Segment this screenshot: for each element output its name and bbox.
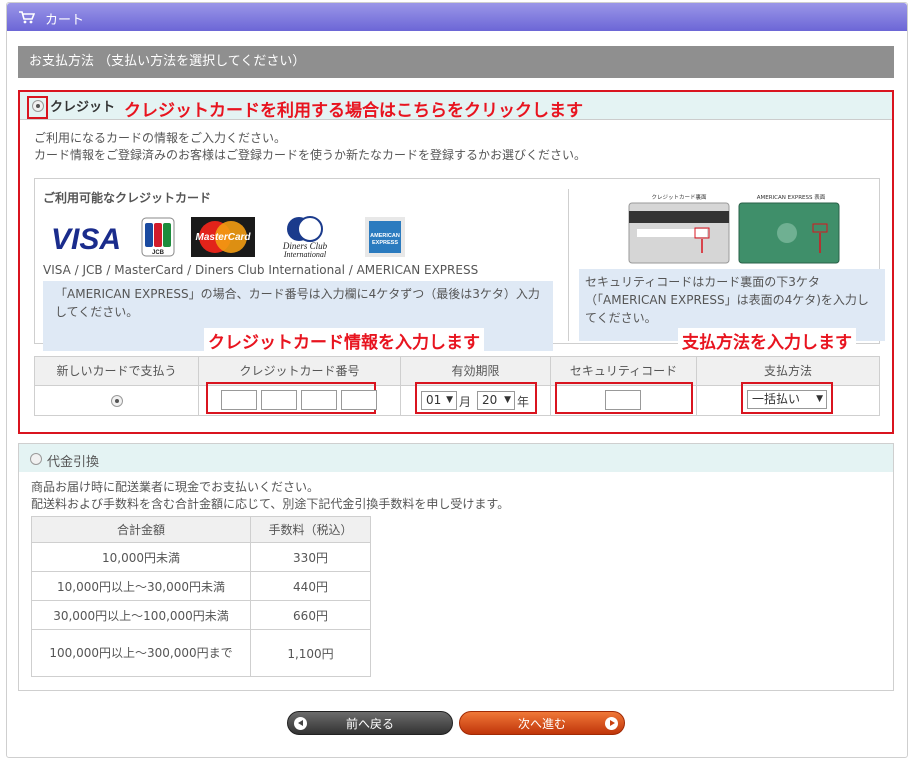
cod-title-bar: 代金引換 (19, 444, 893, 472)
credit-form-table: 新しいカードで支払う クレジットカード番号 有効期限 セキュリティコード 支払方… (34, 356, 880, 416)
security-code-info: クレジットカード裏面 AMERICAN EXPRESS 表面 セキュリティコード… (579, 189, 885, 341)
row-fee: 660円 (250, 600, 371, 630)
back-button-label: 前へ戻る (345, 717, 394, 731)
radio-highlight-frame (27, 96, 48, 119)
svg-text:MasterCard: MasterCard (195, 232, 251, 243)
table-row: 100,000円以上～300,000円まで 1,100円 (31, 629, 371, 677)
cod-desc-line-2: 配送料および手数料を含む合計金額に応じて、別途下記代金引換手数料を申し受けます。 (31, 497, 510, 511)
month-unit: 月 (459, 395, 472, 409)
cart-title: カート (45, 13, 85, 28)
back-button[interactable]: 前へ戻る (287, 711, 453, 735)
cod-description: 商品お届け時に配送業者に現金でお支払いください。 配送料および手数料を含む合計金… (31, 479, 509, 513)
expiry-cell: 01 ▼ 月 20 ▼ 年 (401, 382, 551, 416)
row-fee: 440円 (250, 571, 371, 601)
table-header-row: 合計金額 手数料（税込） (31, 516, 371, 543)
mastercard-logo-icon: MasterCard (191, 217, 255, 257)
expiry-year-select[interactable]: 20 ▼ (477, 391, 515, 410)
table-row: 30,000円以上～100,000円未満 660円 (31, 600, 371, 630)
svg-text:VISA: VISA (51, 223, 121, 253)
payment-section-title: お支払方法 （支払い方法を選択してください） (18, 46, 894, 78)
annotation-payment-method: 支払方法を入力します (678, 328, 856, 353)
available-cards-title: ご利用可能なクレジットカード (43, 191, 212, 205)
credit-label: クレジット (50, 100, 116, 115)
card-info-box: ご利用可能なクレジットカード VISA JCB MasterCard Diner… (34, 178, 885, 351)
cod-payment-block: 代金引換 商品お届け時に配送業者に現金でお支払いください。 配送料および手数料を… (18, 443, 894, 691)
annotation-card-info: クレジットカード情報を入力します (204, 328, 484, 353)
new-card-radio[interactable] (111, 395, 123, 407)
cart-icon (19, 11, 35, 24)
svg-text:JCB: JCB (152, 250, 165, 256)
credit-title-bar: クレジット クレジットカードを利用する場合はこちらをクリックします (20, 92, 892, 121)
info-divider (568, 189, 569, 341)
table-row: 10,000円未満 330円 (31, 542, 371, 572)
security-code-cell (551, 382, 697, 416)
intro-line-2: カード情報をご登録済みのお客様はご登録カードを使うか新たなカードを登録するかお選… (34, 148, 587, 162)
payment-method-cell: 一括払い ▼ (697, 382, 879, 416)
credit-intro: ご利用になるカードの情報をご入力ください。 カード情報をご登録済みのお客様はご登… (34, 130, 586, 164)
svg-text:AMERICAN: AMERICAN (370, 233, 400, 239)
header-fee: 手数料（税込） (250, 516, 371, 543)
svg-text:International: International (283, 250, 327, 259)
row-total: 10,000円以上～30,000円未満 (31, 571, 251, 601)
svg-text:EXPRESS: EXPRESS (372, 240, 398, 246)
available-cards: ご利用可能なクレジットカード VISA JCB MasterCard Diner… (43, 189, 563, 351)
expiry-month-value: 01 (426, 393, 442, 407)
next-button[interactable]: 次へ進む (459, 711, 625, 735)
cod-radio[interactable] (30, 453, 42, 465)
card-number-input-4[interactable] (341, 390, 377, 410)
payment-method-value: 一括払い (752, 392, 801, 406)
year-unit: 年 (517, 395, 530, 409)
cod-label: 代金引換 (47, 455, 100, 470)
cod-desc-line-1: 商品お届け時に配送業者に現金でお支払いください。 (31, 480, 320, 494)
row-total: 100,000円以上～300,000円まで (31, 629, 251, 677)
chevron-down-icon: ▼ (816, 394, 823, 404)
card-number-cell (199, 382, 401, 416)
card-logos: VISA JCB MasterCard Diners Club Internat… (49, 215, 419, 261)
header-total: 合計金額 (31, 516, 251, 543)
chevron-down-icon: ▼ (446, 395, 453, 405)
credit-payment-block: クレジット クレジットカードを利用する場合はこちらをクリックします ご利用になる… (18, 90, 894, 434)
row-total: 30,000円以上～100,000円未満 (31, 600, 251, 630)
security-code-card-images: クレジットカード裏面 AMERICAN EXPRESS 表面 (628, 193, 840, 264)
card-number-input-2[interactable] (261, 390, 297, 410)
row-total: 10,000円未満 (31, 542, 251, 572)
cod-fee-table: 合計金額 手数料（税込） 10,000円未満 330円 10,000円以上～30… (31, 516, 371, 677)
chevron-down-icon: ▼ (504, 395, 511, 405)
arrow-right-icon (605, 717, 618, 730)
visa-logo-icon: VISA (51, 223, 121, 253)
header-new-card: 新しいカードで支払う (35, 357, 199, 386)
diners-logo-icon: Diners Club International (282, 216, 328, 259)
next-button-label: 次へ進む (517, 717, 566, 731)
row-fee: 330円 (250, 542, 371, 572)
card-number-input-1[interactable] (221, 390, 257, 410)
payment-method-select[interactable]: 一括払い ▼ (747, 390, 827, 409)
expiry-month-select[interactable]: 01 ▼ (421, 391, 457, 410)
row-fee: 1,100円 (250, 629, 371, 677)
annotation-click-credit: クレジットカードを利用する場合はこちらをクリックします (124, 101, 583, 121)
card-number-input-3[interactable] (301, 390, 337, 410)
new-card-cell (35, 386, 199, 416)
expiry-year-value: 20 (482, 393, 498, 407)
card-brand-list: VISA / JCB / MasterCard / Diners Club In… (43, 263, 479, 277)
table-row: 10,000円以上～30,000円未満 440円 (31, 571, 371, 601)
svg-text:クレジットカード裏面: クレジットカード裏面 (651, 193, 707, 201)
cart-header: カート (7, 3, 907, 31)
svg-text:AMERICAN EXPRESS 表面: AMERICAN EXPRESS 表面 (757, 193, 826, 201)
intro-line-1: ご利用になるカードの情報をご入力ください。 (34, 131, 287, 145)
jcb-logo-icon: JCB (141, 217, 175, 257)
security-code-input[interactable] (605, 390, 641, 410)
amex-logo-icon: AMERICAN EXPRESS (365, 217, 405, 257)
arrow-left-icon (294, 717, 307, 730)
